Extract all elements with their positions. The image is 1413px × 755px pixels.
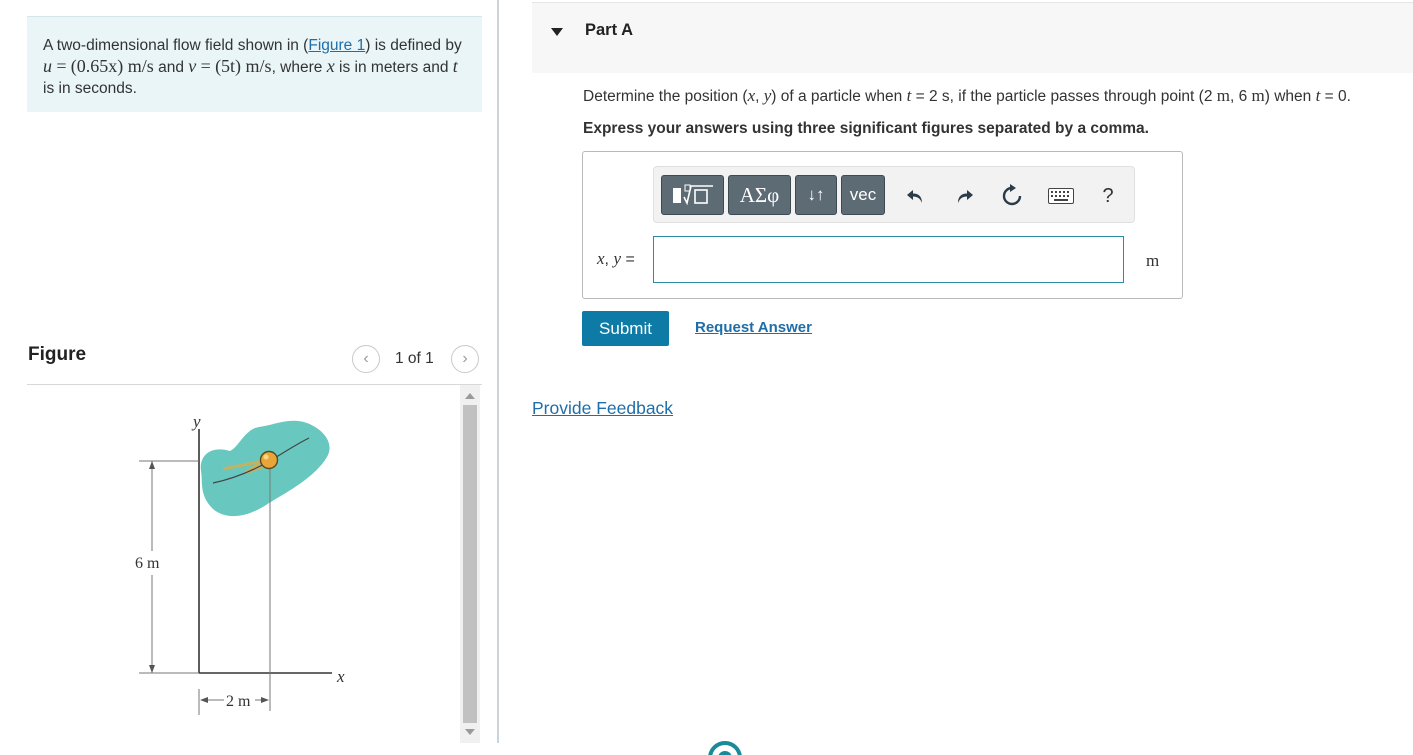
dimension-arrow — [149, 665, 155, 673]
question-fragment: ) when — [1264, 88, 1312, 105]
t-variable: t — [906, 86, 912, 105]
reset-button[interactable] — [998, 181, 1026, 211]
t-variable: t — [452, 56, 458, 76]
request-answer-link[interactable]: Request Answer — [695, 319, 812, 336]
caret-down-icon[interactable] — [551, 28, 563, 36]
templates-button[interactable] — [661, 175, 724, 215]
chevron-right-icon: › — [462, 350, 468, 367]
particle — [259, 450, 279, 470]
figure-pager: 1 of 1 — [395, 350, 434, 367]
v-variable: v — [188, 56, 197, 76]
keyboard-icon — [1048, 188, 1074, 204]
label-separator: , — [604, 251, 609, 268]
dimension-arrow — [149, 461, 155, 469]
question-text: Determine the position (x, y) of a parti… — [583, 86, 1351, 106]
figure-scrollbar[interactable] — [460, 385, 480, 743]
column-divider — [497, 0, 499, 743]
part-title: Part A — [585, 21, 633, 39]
problem-text: , where — [271, 59, 323, 76]
flow-region — [200, 420, 330, 517]
figure-link[interactable]: Figure 1 — [308, 37, 365, 54]
x-variable: x — [747, 86, 756, 105]
equals-sign: = — [625, 251, 635, 268]
problem-text: and — [158, 59, 184, 76]
v-expression: (5t) m/s — [215, 56, 272, 76]
greek-symbols-button[interactable]: ΑΣφ — [728, 175, 791, 215]
width-label: 2 m — [226, 693, 251, 710]
problem-text: is in meters and — [339, 59, 449, 76]
unit-m: m — [1251, 86, 1265, 105]
unit-m: m — [1216, 86, 1230, 105]
submit-button[interactable]: Submit — [582, 311, 669, 346]
chevron-left-icon: ‹ — [363, 350, 369, 367]
figure-heading: Figure — [28, 344, 87, 365]
height-label: 6 m — [135, 555, 160, 572]
redo-button[interactable] — [950, 181, 978, 211]
equals-sign: = — [200, 56, 211, 76]
x-axis-label: x — [336, 667, 345, 686]
problem-text: is in seconds. — [43, 80, 137, 97]
help-button[interactable]: ? — [1094, 181, 1122, 211]
question-fragment: = 0. — [1324, 88, 1351, 105]
particle-highlight — [263, 454, 269, 460]
t-variable: t — [1315, 86, 1321, 105]
flow-field-figure: y x 6 m 2 m — [135, 412, 345, 715]
problem-text: A two-dimensional flow field shown in ( — [43, 37, 309, 54]
math-toolbar: ΑΣφ ↓↑ vec ? — [653, 166, 1135, 223]
instruction-text: Express your answers using three signifi… — [583, 120, 1149, 137]
dimension-arrow — [261, 697, 269, 703]
logo-icon — [708, 741, 742, 755]
answer-label: x, y = — [597, 249, 635, 269]
problem-statement: A two-dimensional flow field shown in (F… — [27, 16, 482, 112]
vector-button[interactable]: vec — [841, 175, 885, 215]
part-header[interactable]: Part A — [532, 2, 1413, 73]
math-templates-icon — [672, 184, 713, 206]
question-fragment: , 6 — [1229, 88, 1248, 105]
answer-panel: ΑΣφ ↓↑ vec ? x, y = m — [582, 151, 1183, 299]
keyboard-button[interactable] — [1047, 181, 1075, 211]
question-fragment: Determine the position ( — [583, 88, 748, 105]
u-expression: (0.65x) m/s — [70, 56, 154, 76]
reset-icon — [1002, 184, 1022, 206]
question-fragment: = 2 s, if the particle passes through po… — [915, 88, 1213, 105]
scrollbar-thumb[interactable] — [463, 405, 477, 723]
problem-text: ) is defined by — [365, 37, 462, 54]
dimension-arrow — [200, 697, 208, 703]
scroll-down-icon[interactable] — [465, 729, 475, 735]
x-variable: x — [326, 56, 335, 76]
answer-input[interactable] — [653, 236, 1124, 283]
undo-icon — [907, 190, 922, 203]
provide-feedback-link[interactable]: Provide Feedback — [532, 398, 673, 419]
undo-button[interactable] — [902, 181, 930, 211]
y-variable: y — [613, 249, 621, 268]
question-fragment: ) of a particle when — [771, 88, 903, 105]
arrows-button[interactable]: ↓↑ — [795, 175, 837, 215]
answer-unit: m — [1146, 251, 1160, 270]
redo-icon — [958, 190, 973, 203]
scroll-up-icon[interactable] — [465, 393, 475, 399]
u-variable: u — [43, 56, 52, 76]
y-axis-label: y — [191, 412, 201, 431]
equals-sign: = — [56, 56, 67, 76]
x-variable: x — [597, 249, 605, 268]
question-fragment: , — [755, 88, 760, 105]
next-figure-button[interactable]: › — [451, 345, 479, 373]
previous-figure-button[interactable]: ‹ — [352, 345, 380, 373]
